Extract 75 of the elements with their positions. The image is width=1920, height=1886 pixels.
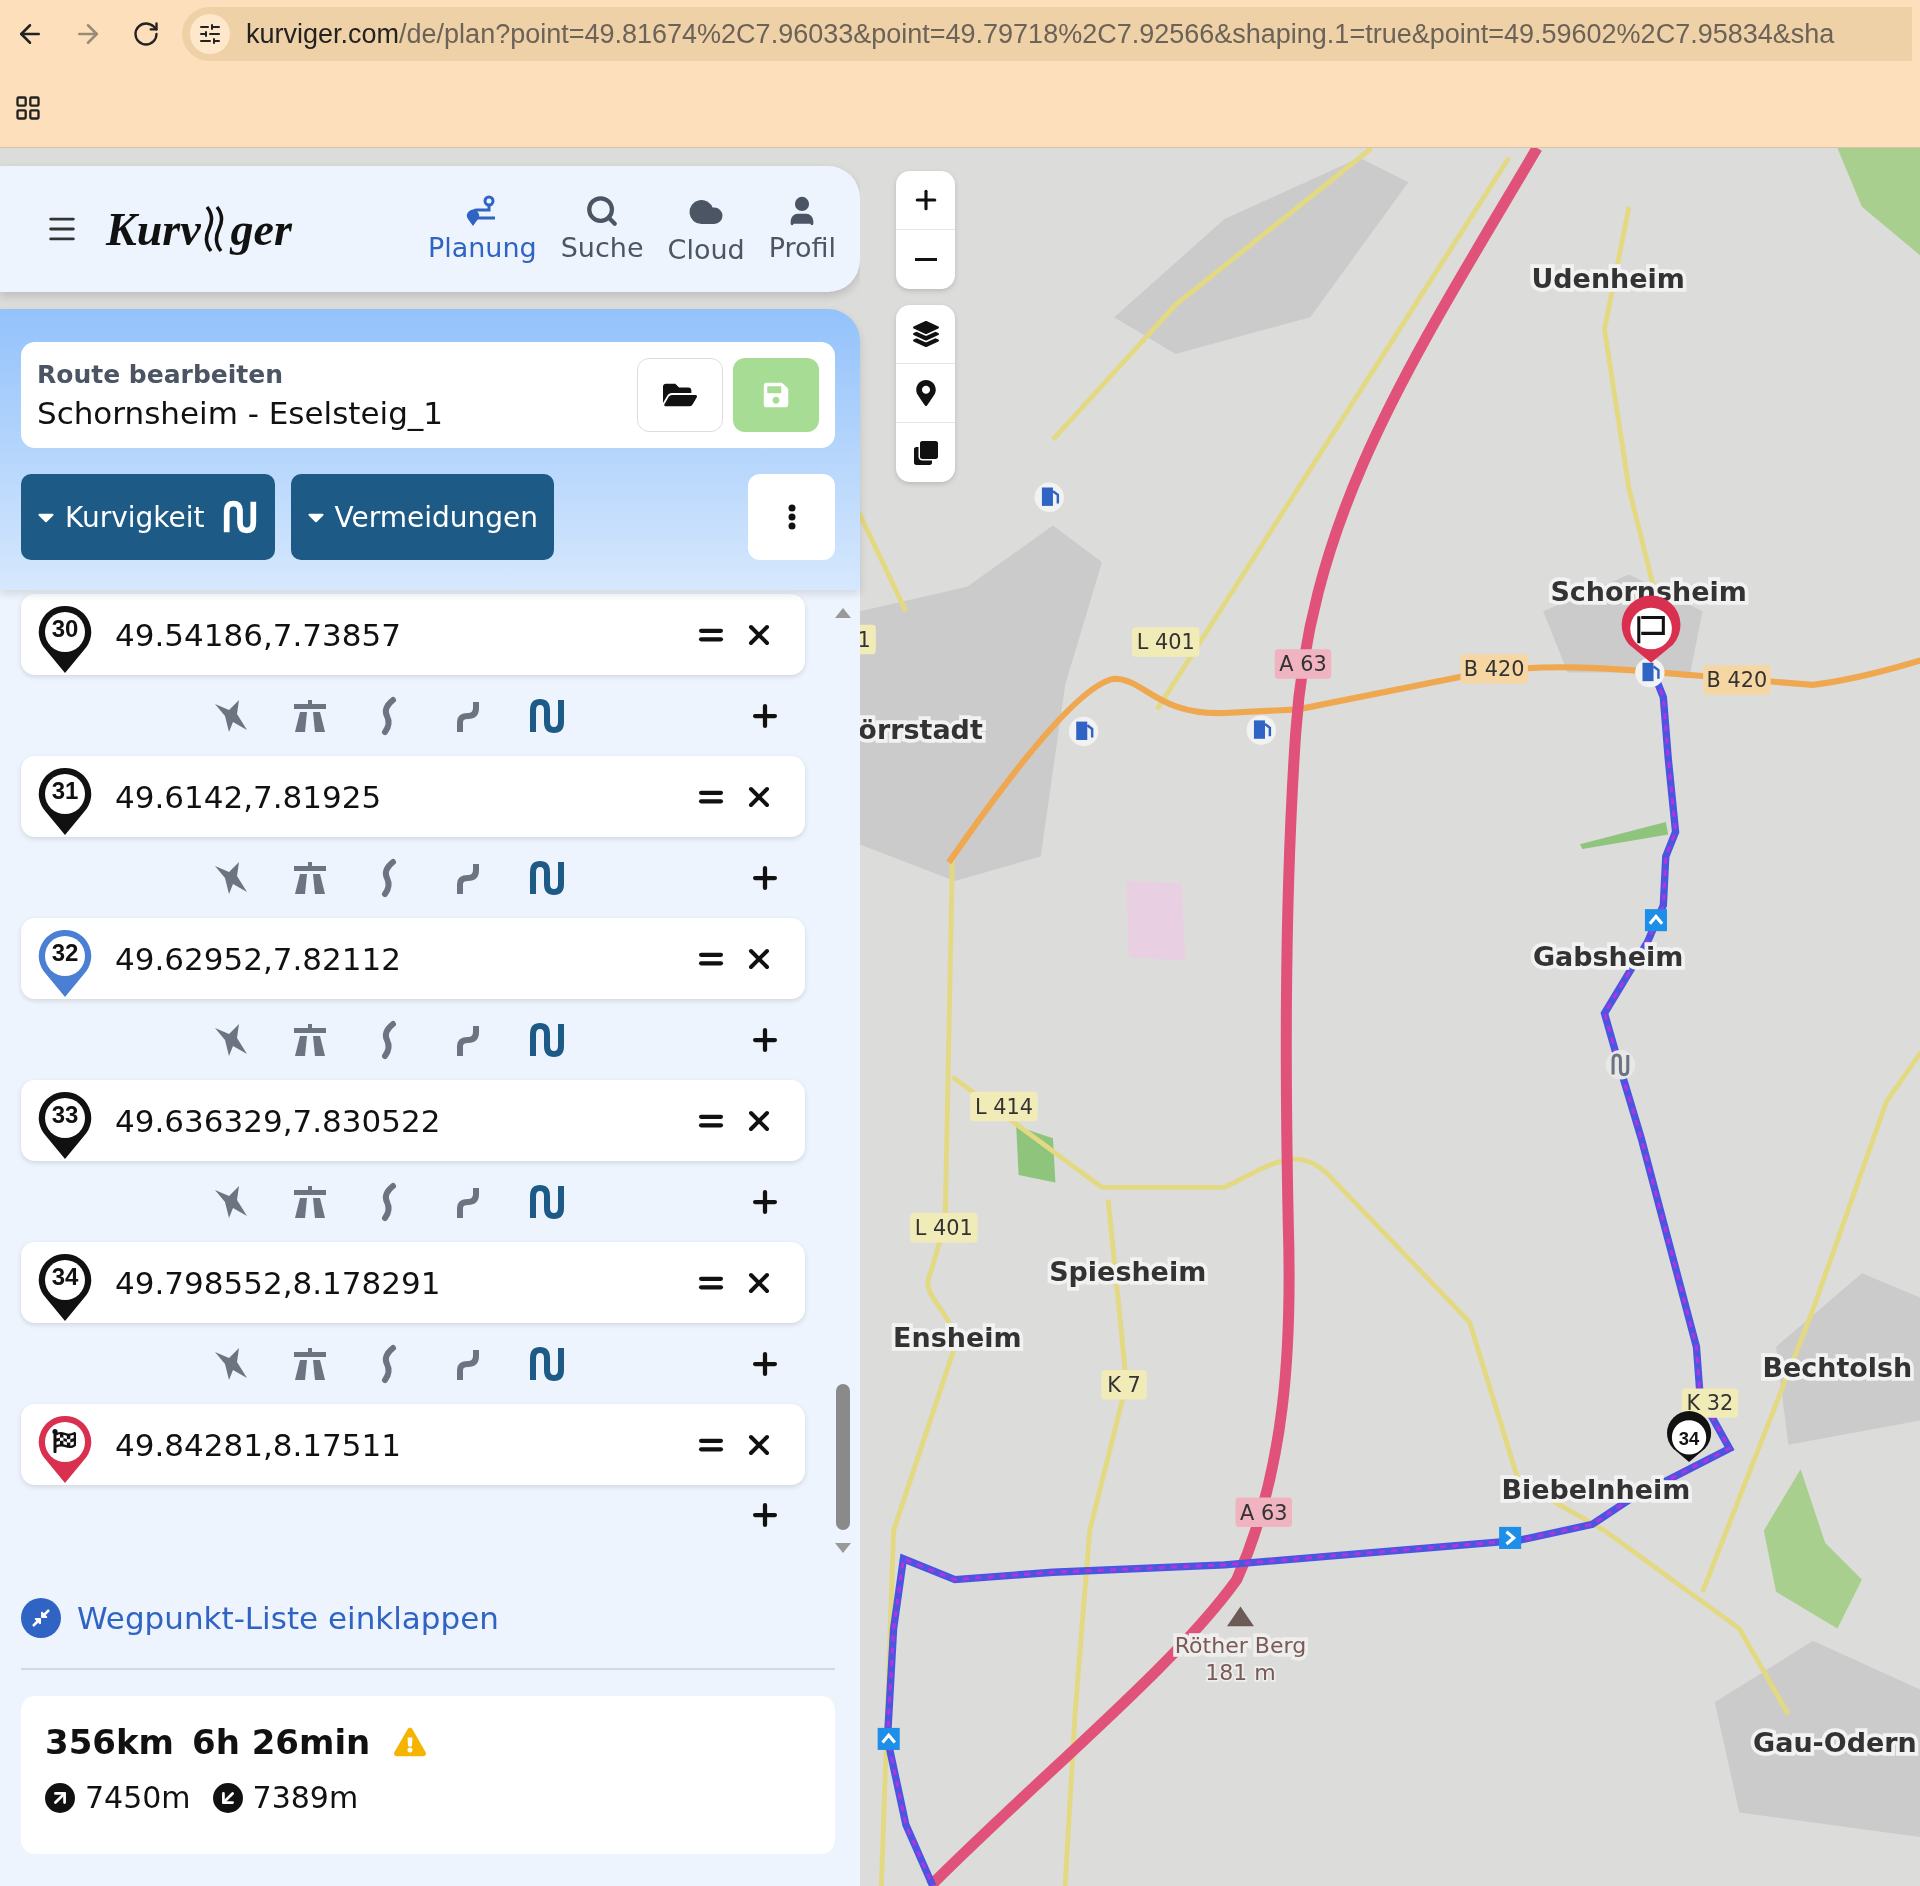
road-label: A 63	[1235, 1497, 1292, 1527]
place-name: Gau-Odern	[1753, 1727, 1917, 1759]
waypoint-number: 31	[50, 776, 80, 805]
road-label: A 63	[1274, 649, 1332, 679]
nav-tab[interactable]: Planung	[427, 193, 537, 265]
waypoint-coordinates: 49.636329,7.830522	[115, 1102, 442, 1139]
ascent-value: 7450m	[85, 1780, 191, 1815]
waypoint-card[interactable]: 31 49.6142,7.81925	[21, 756, 805, 837]
waypoint-card[interactable]: 30 49.54186,7.73857	[21, 594, 805, 675]
place-name: Schornsheim	[1550, 576, 1747, 608]
route-distance: 356km	[45, 1722, 174, 1762]
curvy-road-icon	[1605, 1050, 1636, 1080]
reload-icon	[132, 20, 160, 48]
place-name: Bechtolsh	[1762, 1352, 1913, 1384]
road-label: B 420	[1460, 654, 1528, 684]
waypoint-card[interactable]: 49.84281,8.17511	[21, 1404, 805, 1485]
more-icon	[787, 504, 796, 530]
waypoint-number: 32	[50, 938, 80, 967]
waypoint-number: 30	[50, 614, 80, 643]
overlapping-squares-icon	[913, 440, 938, 465]
road-label: L 401	[1132, 627, 1200, 657]
nav-tab[interactable]: Suche	[560, 193, 644, 265]
place-name: Udenheim	[1531, 262, 1685, 294]
kurviger-logo[interactable]: Kurv ger	[106, 202, 292, 256]
waypoint-number: 33	[50, 1100, 80, 1129]
place-name: Spiesheim	[1049, 1255, 1207, 1287]
road-label: L 401	[910, 1213, 978, 1243]
filter-dropdown-button[interactable]: Kurvigkeit	[21, 474, 275, 560]
collapse-list-link[interactable]: Wegpunkt-Liste einklappen	[77, 1599, 499, 1636]
place-name: Ensheim	[893, 1321, 1022, 1353]
route-heading: Route bearbeiten	[37, 359, 284, 389]
nav-tab[interactable]: Cloud	[667, 193, 745, 265]
nav-tab[interactable]: Profil	[768, 193, 836, 265]
road-label: L 414	[970, 1091, 1038, 1122]
peak-icon	[1227, 1606, 1254, 1627]
save-icon	[762, 381, 790, 409]
scrollbar-thumb[interactable]	[836, 1384, 850, 1530]
compress-arrows-icon	[31, 1607, 51, 1628]
waypoint-coordinates: 49.54186,7.73857	[115, 616, 402, 653]
search-icon	[585, 193, 620, 228]
waypoint-coordinates: 49.6142,7.81925	[115, 778, 383, 815]
waypoint-card[interactable]: 34 49.798552,8.178291	[21, 1242, 805, 1323]
scroll-down-icon[interactable]	[835, 1543, 851, 1555]
place-name: örrstadt	[860, 713, 983, 745]
waypoint-card[interactable]: 32 49.62952,7.82112	[21, 918, 805, 999]
route-name: Schornsheim - Eselsteig_1	[37, 394, 445, 431]
route-duration: 6h 26min	[192, 1722, 371, 1762]
peak-elevation: 181 m	[1205, 1660, 1276, 1686]
collapse-button[interactable]	[21, 1597, 61, 1638]
waypoint-coordinates: 49.62952,7.82112	[115, 940, 402, 977]
waypoint-number: 34	[50, 1262, 80, 1291]
minus-icon	[914, 258, 937, 261]
flag-icon	[52, 1428, 76, 1453]
road-label: B 420	[1703, 665, 1771, 695]
scroll-up-icon[interactable]	[835, 606, 851, 618]
fuel-station-icon	[1034, 482, 1064, 512]
filter-dropdown-button[interactable]: Vermeidungen	[290, 474, 555, 560]
url-text: kurviger.com/de/plan?point=49.81674%2C7.96033&point=49.79718%2C7.92566&shaping.1=true&point=49.59602%2C7.95834&sha	[246, 18, 1835, 50]
waypoint-card[interactable]: 33 49.636329,7.830522	[21, 1080, 805, 1161]
open-button[interactable]	[637, 358, 723, 432]
waypoint-coordinates: 49.798552,8.178291	[115, 1264, 442, 1301]
field-patch	[1016, 1126, 1056, 1183]
road-label: 1	[860, 624, 876, 655]
layers-icon	[912, 321, 939, 347]
address-bar[interactable]: kurviger.com/de/plan?point=49.81674%2C7.96033&point=49.79718%2C7.92566&shaping.1=true&point=49.59602%2C7.95834&sha	[182, 7, 1912, 61]
sliders-icon	[198, 22, 222, 46]
descent-value: 7389m	[252, 1780, 359, 1815]
waypoint-marker[interactable]: 34	[1667, 1411, 1712, 1462]
fuel-station-icon	[1635, 657, 1665, 688]
road-label: K 7	[1101, 1370, 1147, 1400]
fuel-station-icon	[1246, 715, 1276, 745]
fuel-station-icon	[1068, 716, 1099, 747]
waypoint-coordinates: 49.84281,8.17511	[115, 1426, 402, 1463]
site-info-button[interactable]	[190, 14, 230, 54]
grid-icon	[14, 93, 42, 122]
